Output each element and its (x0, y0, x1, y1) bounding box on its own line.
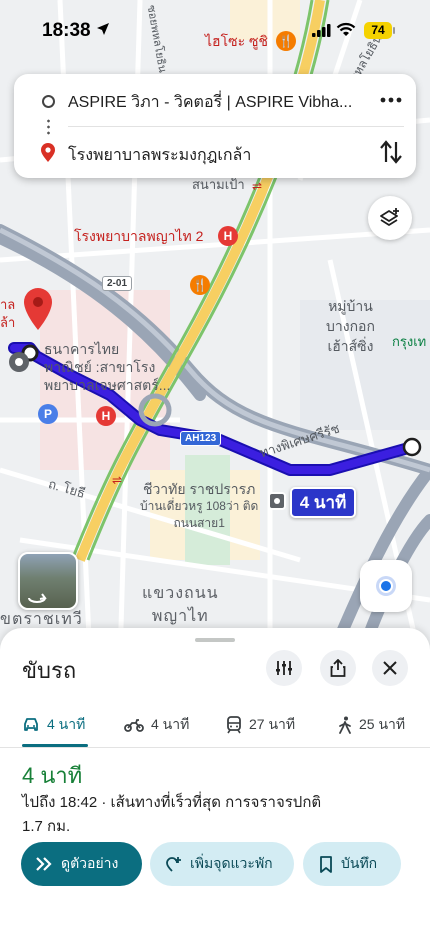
route-card: ASPIRE วิภา - วิคตอรี่ | ASPIRE Vibha...… (14, 74, 416, 178)
village-line2: บางกอก (326, 318, 375, 334)
more-options-icon[interactable] (378, 88, 404, 112)
status-time: 18:38 (42, 20, 91, 41)
wifi-icon (336, 22, 356, 36)
hospital-phayathai2-label[interactable]: โรงพยาบาลพญาไท 2 (74, 228, 203, 245)
route-distance: 1.7 กม. (22, 818, 71, 835)
origin-field[interactable]: ASPIRE วิภา - วิคตอรี่ | ASPIRE Vibha... (68, 90, 364, 115)
save-button[interactable]: บันทึก (303, 842, 401, 886)
bank-label[interactable]: ธนาคารไทย พาณิชย์ :สาขาโรง พยาบาลเจษศาสต… (44, 340, 170, 394)
preview-button[interactable]: ดูตัวอย่าง (21, 842, 142, 886)
district-label: แขวงถนน พญาไท (142, 582, 219, 628)
transit-icon[interactable]: ⇌ (112, 472, 122, 489)
my-location-icon (376, 576, 396, 596)
signal-icon (312, 24, 331, 37)
pin-label-line2: ล้า (0, 315, 16, 330)
tab-drive-label: 4 นาที (47, 716, 86, 732)
walk-icon (339, 716, 351, 734)
district-line1: แขวงถนน (142, 585, 219, 602)
route-shield-201: 2-01 (102, 276, 133, 291)
route-shield-ah123: AH123 (180, 431, 222, 446)
bookmark-icon (320, 855, 332, 873)
double-chevron-icon (36, 857, 52, 871)
route-options-button[interactable] (266, 650, 302, 686)
active-tab-indicator (22, 744, 88, 747)
tab-motorcycle[interactable]: 4 นาที (124, 702, 189, 748)
add-stop-button[interactable]: เพิ่มจุดแวะพัก (150, 842, 294, 886)
station-icon[interactable]: ⇌ (252, 178, 262, 195)
tab-drive[interactable]: 4 นาที (22, 702, 85, 748)
village-line3: เฮ้าส์ซิ่ง (327, 338, 374, 354)
pin-label-line1: าล (0, 297, 16, 312)
tab-walk[interactable]: 25 นาที (338, 702, 405, 748)
station-label[interactable]: สนามเป้า (192, 176, 245, 193)
train-icon (227, 716, 241, 734)
village-label[interactable]: หมู่บ้าน บางกอก เฮ้าส์ซิ่ง (326, 296, 375, 356)
chiwathai-line3: ถนนสาย1 (173, 516, 225, 530)
route-eta: 4 นาที (22, 763, 83, 788)
sheet-title: ขับรถ (22, 658, 77, 683)
hospital-marker-icon[interactable]: H (96, 406, 116, 426)
preview-label: ดูตัวอย่าง (61, 855, 119, 871)
travel-mode-tabs: 4 นาที 4 นาที 27 นาที 25 นาที (0, 702, 430, 748)
close-button[interactable] (372, 650, 408, 686)
village-line1: หมู่บ้าน (328, 298, 373, 314)
destination-pin-label[interactable]: าล ล้า (0, 296, 15, 332)
tab-transit[interactable]: 27 นาที (226, 702, 295, 748)
tab-walk-label: 25 นาที (359, 716, 406, 732)
sheet-grabber[interactable] (195, 638, 235, 642)
origin-marker-icon (42, 95, 55, 108)
food-icon[interactable]: 🍴 (190, 275, 210, 295)
destination-field[interactable]: โรงพยาบาลพระมงกุฎเกล้า (68, 143, 368, 168)
chiwathai-line2: บ้านเดี่ยวหรู 108ว่า ติด (140, 499, 259, 513)
destination-pin-icon (41, 143, 55, 162)
card-divider (68, 126, 404, 127)
bank-line1: ธนาคารไทย (44, 341, 120, 357)
arrival-info: ไปถึง 18:42 · เส้นทางที่เร็วที่สุด การจร… (22, 794, 322, 811)
add-stop-icon (166, 857, 181, 872)
car-icon (24, 718, 38, 731)
krung-label: กรุงเท (392, 334, 427, 349)
close-icon (383, 661, 397, 675)
tab-transit-label: 27 นาที (249, 716, 296, 732)
battery-indicator: 74 (364, 22, 392, 39)
add-stop-label: เพิ่มจุดแวะพัก (190, 855, 273, 871)
save-label: บันทึก (341, 855, 378, 871)
sliders-icon (276, 661, 292, 675)
share-button[interactable] (320, 650, 356, 686)
motorcycle-icon (124, 719, 144, 732)
route-dots-icon (47, 118, 50, 136)
district-line2: พญาไท (151, 608, 209, 625)
street-view-icon (28, 593, 47, 603)
status-bar: 18:38 74 (0, 0, 430, 60)
stop-marker-icon[interactable] (268, 492, 286, 510)
hospital-icon[interactable]: H (218, 226, 238, 246)
share-icon (330, 659, 346, 677)
swap-icon[interactable] (378, 138, 404, 166)
bank-line2: พาณิชย์ :สาขาโรง (44, 359, 156, 375)
tab-motorcycle-label: 4 นาที (151, 716, 190, 732)
bank-line3: พยาบาลเจษศาสตร์... (44, 377, 171, 393)
layers-icon (380, 208, 399, 226)
chiwathai-line1: ชีวาทัย ราชปรารภ (142, 481, 256, 497)
my-location-button[interactable] (360, 560, 412, 612)
route-time-badge[interactable]: 4 นาที (290, 487, 356, 518)
location-arrow-icon (97, 23, 109, 35)
street-view-thumbnail[interactable] (18, 552, 78, 610)
layers-button[interactable] (368, 196, 412, 240)
parking-icon[interactable]: P (38, 404, 58, 424)
chiwathai-label[interactable]: ชีวาทัย ราชปรารภ บ้านเดี่ยวหรู 108ว่า ติ… (140, 481, 258, 532)
battery-tip (393, 27, 395, 34)
directions-sheet: ขับรถ 4 นาที 4 นาที 27 นาที 25 นาที 4 นา… (0, 628, 430, 931)
